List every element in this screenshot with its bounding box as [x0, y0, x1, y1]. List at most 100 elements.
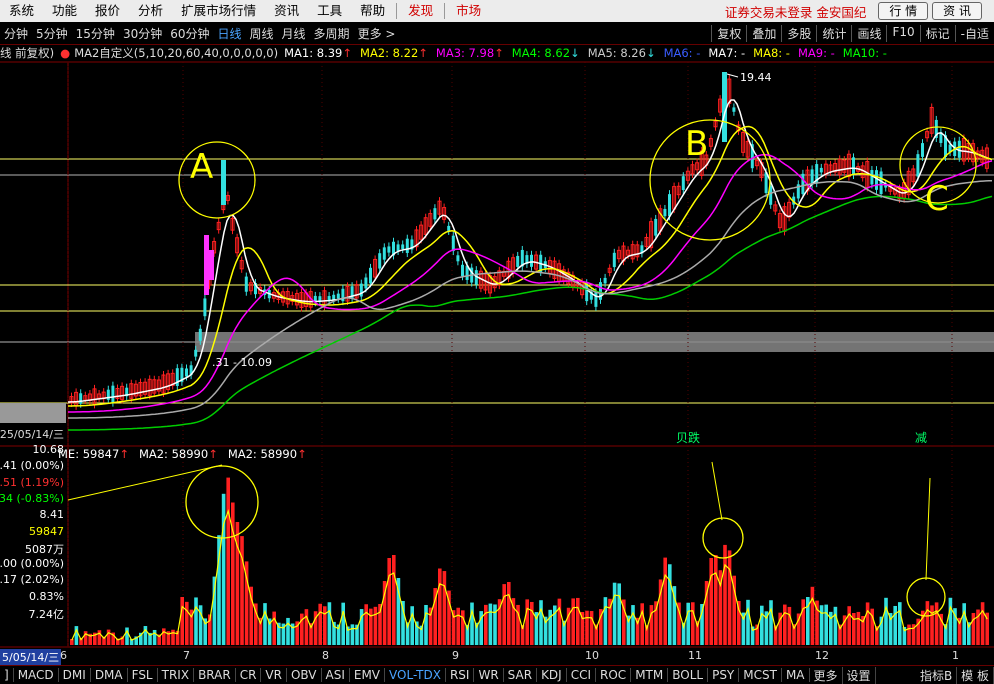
volume-bar [557, 598, 562, 645]
indicator-tab-brar[interactable]: BRAR [194, 668, 236, 682]
month-label: 8 [322, 649, 329, 662]
volume-bar [488, 603, 493, 645]
volume-bar [221, 493, 226, 645]
candle-body [612, 252, 616, 268]
candle-body [79, 393, 83, 404]
candle-body [203, 298, 207, 317]
indicator-tab-mtm[interactable]: MTM [631, 668, 669, 682]
kline-chart[interactable]: A B C 19.44 .31 - 10.09 贝跌 减 [0, 0, 994, 665]
candle-body [451, 235, 455, 252]
volume-bar [585, 610, 589, 645]
volume-bar [787, 606, 792, 645]
volume-bar [948, 597, 953, 645]
candle-body [921, 143, 924, 157]
signal-mark: 减 [915, 431, 927, 445]
indicator-tab-vr[interactable]: VR [261, 668, 287, 682]
volume-bar [438, 568, 442, 645]
indicator-tab-[interactable]: 更多 [810, 666, 843, 684]
info-row: 8.41 (0.00%) [0, 459, 64, 473]
indicator-tab-macd[interactable]: MACD [14, 668, 59, 682]
indicator-tab-obv[interactable]: OBV [287, 668, 322, 682]
volume-bar [723, 544, 727, 645]
candle-body [594, 292, 598, 307]
indicator-tab-wr[interactable]: WR [474, 668, 504, 682]
volume-bar [456, 607, 460, 645]
volume-bar [617, 583, 621, 645]
volume-ma-1: MA2: 58990↑ [138, 447, 218, 461]
candle-body [801, 173, 805, 195]
indicator-tab-fsl[interactable]: FSL [128, 668, 158, 682]
info-row: 8.51 (1.19%) [0, 475, 64, 489]
indicator-tab-dma[interactable]: DMA [91, 668, 128, 682]
arrow-up-icon: ↑ [297, 447, 307, 461]
indicator-tab-roc[interactable]: ROC [596, 668, 632, 682]
candle-body [387, 246, 391, 253]
trend-line [67, 464, 223, 501]
info-row: 7.24亿 [28, 608, 65, 621]
volume-bar [318, 603, 322, 645]
month-label: 6 [60, 649, 67, 662]
volume-bar [833, 606, 838, 645]
indicator-tab-cr[interactable]: CR [236, 668, 262, 682]
volume-bar [539, 600, 543, 645]
template-button[interactable]: 模 板 [957, 666, 994, 684]
candle-body [852, 157, 855, 176]
indicator-tab-sar[interactable]: SAR [504, 668, 538, 682]
candle-body [530, 254, 533, 267]
indicator-tab-[interactable]: 设置 [843, 666, 876, 684]
candle-body [447, 225, 451, 231]
month-label: 1 [952, 649, 959, 662]
volume-bar [746, 599, 750, 645]
volume-bar [691, 602, 695, 645]
volume-circle [702, 517, 744, 559]
volume-bar [884, 597, 888, 645]
volume-bar [341, 602, 345, 645]
candle-body [194, 349, 198, 357]
indicator-tab-voltdx[interactable]: VOL-TDX [385, 668, 446, 682]
volume-bar [424, 604, 428, 645]
indicator-tab-ma[interactable]: MA [782, 668, 810, 682]
volume-bar [461, 610, 465, 645]
candle-body [378, 253, 382, 269]
volume-ma-0: ME: 59847↑ [58, 447, 129, 461]
arrow-up-icon: ↑ [119, 447, 129, 461]
indicator-tab-cci[interactable]: CCI [567, 668, 597, 682]
indicator-tab-[interactable]: ] [0, 668, 14, 682]
info-row: 34 (-0.83%) [0, 491, 64, 505]
volume-bar [824, 604, 828, 645]
volume-bar [548, 609, 552, 645]
indicator-tab-mcst[interactable]: MCST [739, 668, 782, 682]
volume-bar [649, 605, 654, 645]
cursor-band [0, 403, 66, 423]
arrow-annotation [925, 477, 931, 581]
candle-body [364, 277, 368, 289]
volume-bar [663, 557, 667, 645]
volume-bar [576, 597, 580, 645]
indicator-tab-emv[interactable]: EMV [350, 668, 386, 682]
candle-body [204, 235, 209, 295]
volume-bar [589, 611, 594, 645]
indicator-tab-rsi[interactable]: RSI [446, 668, 475, 682]
indicator-tab-psy[interactable]: PSY [708, 668, 740, 682]
indicator-tab-asi[interactable]: ASI [322, 668, 350, 682]
volume-bar [714, 555, 718, 645]
volume-bar [286, 617, 290, 645]
indicator-b-button[interactable]: 指标B [916, 666, 958, 684]
volume-bar [185, 601, 189, 645]
indicator-tab-dmi[interactable]: DMI [59, 668, 91, 682]
volume-bar [106, 629, 111, 645]
candle-body [516, 255, 520, 267]
volume-bar [801, 599, 805, 645]
volume-bar [507, 582, 511, 645]
indicator-tab-kdj[interactable]: KDJ [537, 668, 567, 682]
volume-bar [640, 603, 644, 645]
volume-ma-2: MA2: 58990↑ [227, 447, 307, 461]
indicator-tab-trix[interactable]: TRIX [158, 668, 195, 682]
candle-body [870, 170, 874, 185]
high-price-pointer [726, 73, 739, 78]
volume-bar [392, 555, 396, 645]
x-axis: 5/05/14/三 6 7 8 9 10 11 12 1 [0, 649, 994, 665]
candle-body [401, 244, 405, 250]
candle-body [369, 267, 372, 284]
indicator-tab-boll[interactable]: BOLL [668, 668, 709, 682]
